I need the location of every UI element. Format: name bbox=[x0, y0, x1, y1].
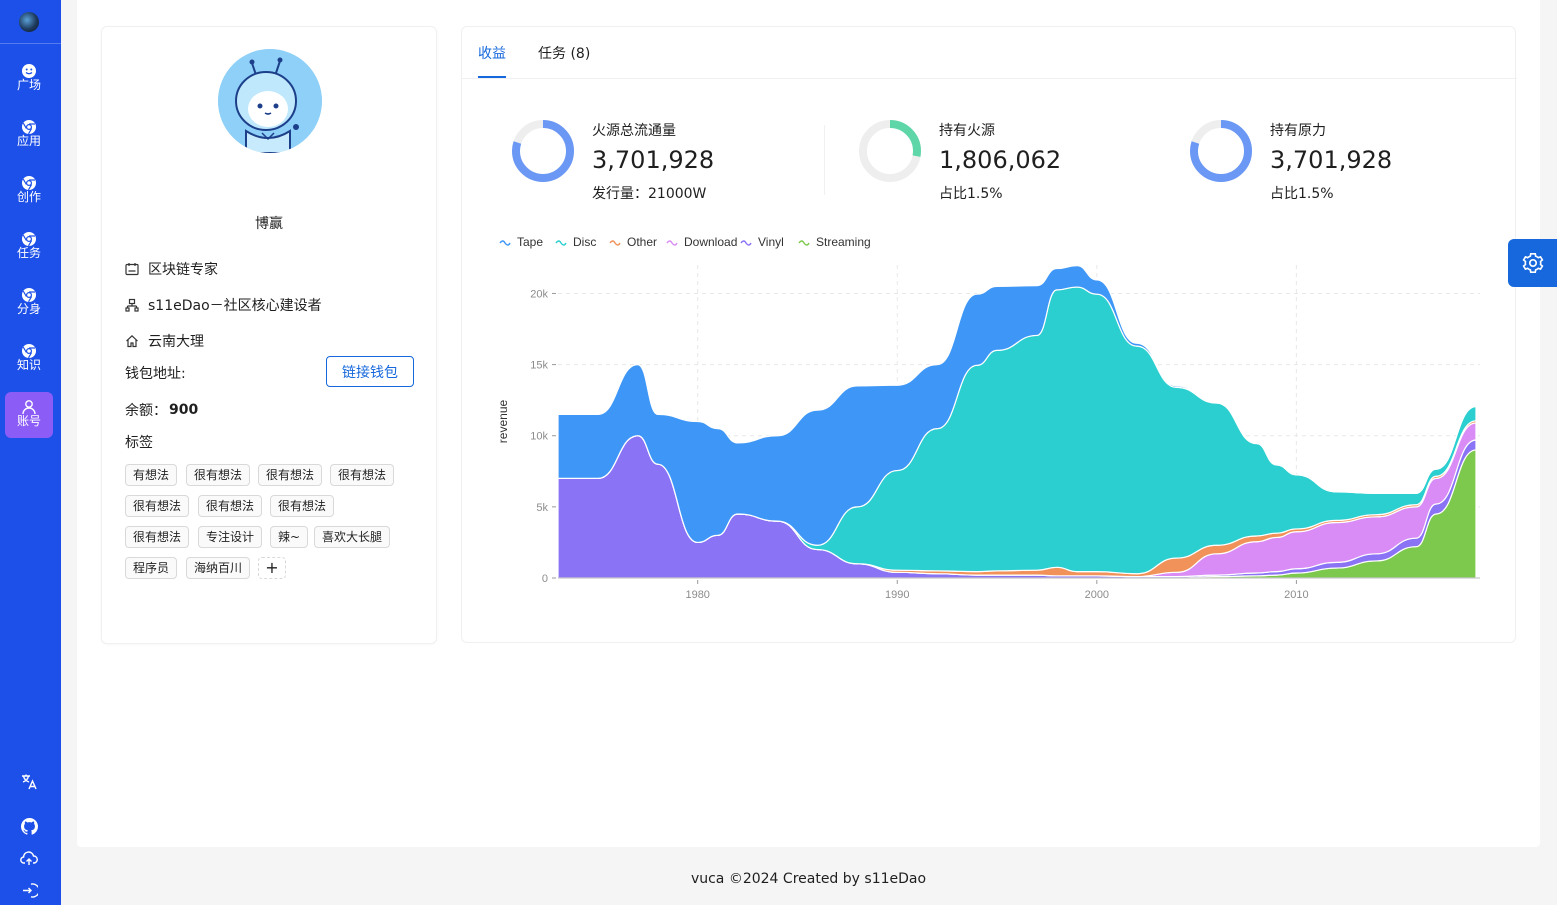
chrome-icon bbox=[5, 280, 53, 303]
x-tick-label: 1980 bbox=[685, 589, 709, 601]
y-axis-label: revenue bbox=[496, 399, 510, 443]
tag: 有想法 bbox=[125, 464, 178, 486]
y-tick-label: 20k bbox=[530, 288, 548, 300]
tag: 很有想法 bbox=[125, 495, 190, 517]
sidebar-item-label: 创作 bbox=[16, 190, 41, 204]
legend-item: Streaming bbox=[816, 235, 871, 249]
sidebar-item-2[interactable]: 创作 bbox=[5, 168, 53, 214]
sidebar-item-label: 广场 bbox=[16, 78, 41, 92]
smile-icon bbox=[5, 56, 53, 78]
x-tick-label: 1990 bbox=[885, 589, 909, 601]
legend-swatch bbox=[666, 240, 678, 246]
add-tag-button[interactable]: + bbox=[258, 557, 286, 579]
logout-icon[interactable] bbox=[19, 880, 39, 900]
tags-label: 标签 bbox=[125, 435, 153, 451]
sidebar-item-0[interactable]: 广场 bbox=[5, 56, 53, 102]
app-logo[interactable] bbox=[19, 12, 39, 32]
legend-swatch bbox=[798, 240, 810, 246]
balance-value: 900 bbox=[169, 402, 199, 418]
sidebar-item-label: 任务 bbox=[16, 246, 41, 260]
y-tick-label: 0 bbox=[542, 573, 548, 585]
profile-location-row: 云南大理 bbox=[125, 331, 204, 351]
revenue-chart: 0 5k 10k 15k 20k 1980 1990 2000 2010 revenue Tape D… bbox=[496, 235, 1480, 601]
y-tick-label: 15k bbox=[530, 360, 548, 372]
sidebar-item-4[interactable]: 分身 bbox=[5, 280, 53, 326]
balance-label: 余额： bbox=[125, 403, 167, 419]
tag: 很有想法 bbox=[186, 464, 251, 486]
tag: 辣~ bbox=[270, 526, 309, 548]
profile-location: 云南大理 bbox=[148, 334, 204, 350]
sidebar-item-6[interactable]: 账号 bbox=[5, 392, 53, 438]
cloud-upload-icon[interactable] bbox=[19, 849, 39, 869]
revenue-card: 收益 任务 (8) 火源总流通量 3,701,928 发行量：21000W 持有火源 1… bbox=[461, 26, 1517, 643]
cluster-icon bbox=[125, 297, 141, 313]
profile-title-row: 区块链专家 bbox=[125, 259, 218, 279]
legend-item: Vinyl bbox=[758, 235, 784, 249]
profile-title: 区块链专家 bbox=[148, 262, 218, 278]
legend-swatch bbox=[740, 240, 752, 246]
settings-button[interactable] bbox=[1508, 239, 1557, 287]
user-icon bbox=[5, 392, 53, 415]
profile-name: 博赢 bbox=[255, 216, 283, 232]
sidebar: 广场应用创作任务分身知识账号 bbox=[0, 0, 61, 905]
sidebar-item-label: 账号 bbox=[16, 414, 41, 428]
tag: 海纳百川 bbox=[186, 557, 251, 579]
translate-icon[interactable] bbox=[19, 772, 39, 792]
legend-swatch bbox=[499, 240, 511, 246]
id-card-icon bbox=[125, 261, 141, 277]
sidebar-item-label: 分身 bbox=[16, 302, 41, 316]
chrome-icon bbox=[5, 336, 53, 359]
tag: 专注设计 bbox=[198, 526, 263, 548]
profile-org-row: s11eDao－社区核心建设者 bbox=[125, 295, 322, 315]
chrome-icon bbox=[5, 168, 53, 191]
tag: 程序员 bbox=[125, 557, 178, 579]
sidebar-item-label: 知识 bbox=[16, 358, 41, 372]
x-tick-label: 2000 bbox=[1085, 589, 1109, 601]
balance-row: 余额： 900 bbox=[125, 400, 198, 420]
legend-swatch bbox=[609, 240, 621, 246]
tag: 很有想法 bbox=[258, 464, 323, 486]
home-icon bbox=[125, 333, 141, 349]
tag: 很有想法 bbox=[330, 464, 395, 486]
gear-icon bbox=[1522, 253, 1543, 273]
y-tick-label: 5k bbox=[536, 502, 548, 514]
sidebar-item-label: 应用 bbox=[16, 134, 41, 148]
chrome-icon bbox=[5, 224, 53, 247]
sidebar-item-5[interactable]: 知识 bbox=[5, 336, 53, 382]
tag: 很有想法 bbox=[198, 495, 263, 517]
x-tick-label: 2010 bbox=[1284, 589, 1308, 601]
profile-org: s11eDao－社区核心建设者 bbox=[148, 298, 322, 314]
wallet-label: 钱包地址: bbox=[125, 366, 186, 382]
legend-item: Tape bbox=[517, 235, 543, 249]
legend-item: Disc bbox=[573, 235, 596, 249]
legend-item: Download bbox=[684, 235, 737, 249]
tag: 很有想法 bbox=[270, 495, 335, 517]
github-icon[interactable] bbox=[19, 816, 39, 836]
sidebar-item-1[interactable]: 应用 bbox=[5, 112, 53, 158]
tag: 喜欢大长腿 bbox=[314, 526, 391, 548]
avatar bbox=[218, 49, 322, 153]
chrome-icon bbox=[5, 112, 53, 135]
connect-wallet-button[interactable]: 链接钱包 bbox=[326, 356, 414, 387]
legend-swatch bbox=[555, 240, 567, 246]
sidebar-divider bbox=[0, 43, 61, 44]
legend-item: Other bbox=[627, 235, 657, 249]
sidebar-item-3[interactable]: 任务 bbox=[5, 224, 53, 270]
profile-card: 博赢 区块链专家 s11eDao－社区核心建设者 云南大理 钱包地址: 链接钱包… bbox=[101, 26, 437, 644]
tag: 很有想法 bbox=[125, 526, 190, 548]
y-tick-label: 10k bbox=[530, 431, 548, 443]
footer-text: vuca ©2024 Created by s11eDao bbox=[690, 871, 927, 887]
